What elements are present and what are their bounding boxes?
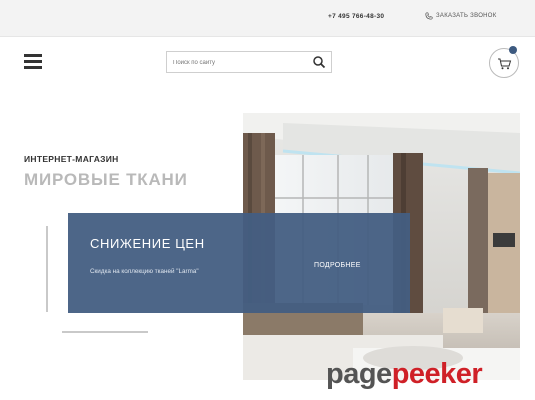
watermark-part-1: page <box>326 358 392 390</box>
pagepeeker-watermark: pagepeeker <box>326 358 483 391</box>
callback-label: ЗАКАЗАТЬ ЗВОНОК <box>436 13 497 19</box>
cart-icon <box>498 58 512 70</box>
brand-title: МИРОВЫЕ ТКАНИ <box>24 170 188 189</box>
brand-kicker: ИНТЕРНЕТ-МАГАЗИН <box>24 154 119 164</box>
more-link[interactable]: ПОДРОБНЕЕ <box>314 262 361 269</box>
phone-icon <box>425 12 433 20</box>
menu-button[interactable] <box>24 54 42 69</box>
top-bar: +7 495 766-48-30 ЗАКАЗАТЬ ЗВОНОК <box>0 0 535 37</box>
promo-text: Скидка на коллекцию тканей "Larma" <box>90 268 199 275</box>
callback-link[interactable]: ЗАКАЗАТЬ ЗВОНОК <box>425 12 497 20</box>
watermark-part-2: peeker <box>391 358 483 390</box>
promo-title: СНИЖЕНИЕ ЦЕН <box>90 236 205 251</box>
phone-number[interactable]: +7 495 766-48-30 <box>328 13 384 20</box>
decorative-horizontal-line <box>62 331 148 333</box>
search-input[interactable] <box>173 56 303 69</box>
hamburger-icon-line <box>24 54 42 57</box>
hamburger-icon-line <box>24 60 42 63</box>
search-box <box>166 51 332 73</box>
cart-badge <box>509 46 517 54</box>
search-icon[interactable] <box>312 55 326 69</box>
decorative-vertical-line <box>46 226 48 312</box>
hamburger-icon-line <box>24 66 42 69</box>
promo-banner: СНИЖЕНИЕ ЦЕН Скидка на коллекцию тканей … <box>68 213 410 313</box>
